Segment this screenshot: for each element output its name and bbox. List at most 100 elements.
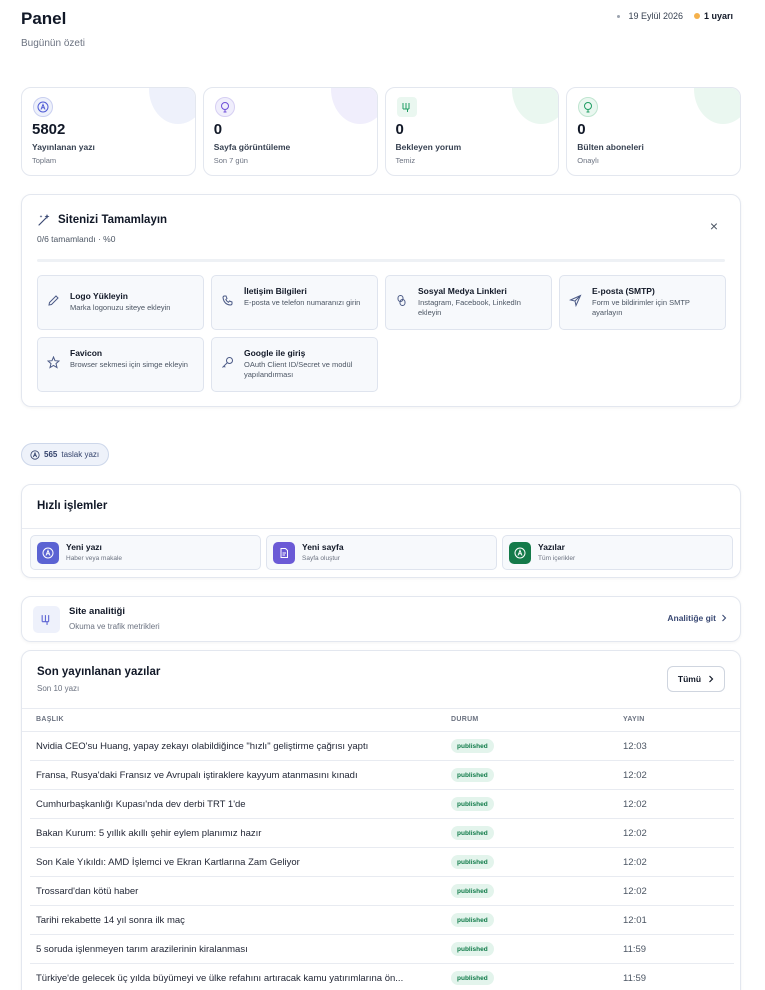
action-label: Yeni sayfa <box>302 542 344 552</box>
post-time: 12:02 <box>623 886 647 897</box>
go-to-analytics-link[interactable]: Analitiğe git <box>667 613 727 623</box>
complete-site-title: Sitenizi Tamamlayın <box>58 214 168 226</box>
col-status[interactable]: DURUM <box>451 716 479 723</box>
all-label: Tümü <box>677 674 702 684</box>
decor-blob <box>148 88 195 124</box>
action-sub: Tüm içerikler <box>538 555 576 562</box>
drafts-count: 565 <box>44 450 58 459</box>
task-desc: Instagram, Facebook, LinkedIn ekleyin <box>418 298 521 318</box>
table-row[interactable]: Türkiye'de gelecek üç yılda büyümeyi ve … <box>30 964 734 990</box>
task-desc: OAuth Client ID/Secret ve modül yapıland… <box>244 360 353 380</box>
task-google-login[interactable]: Google ile giriş OAuth Client ID/Secret … <box>211 337 378 392</box>
new-post-icon <box>37 542 59 564</box>
phone-icon <box>222 295 233 306</box>
page-title: Panel <box>21 9 67 28</box>
stat-sub: Temiz <box>395 156 416 165</box>
site-analytics-card[interactable]: Site analitiği Okuma ve trafik metrikler… <box>21 596 741 642</box>
status-badge: published <box>451 884 494 898</box>
quick-actions-card: Hızlı işlemler Yeni yazı Haber veya maka… <box>21 484 741 578</box>
stat-card-subscribers[interactable]: 0 Bülten aboneleri Onaylı <box>566 87 741 176</box>
post-title: 5 soruda işlenmeyen tarım arazilerinin k… <box>36 944 248 955</box>
new-page-button[interactable]: Yeni sayfa Sayfa oluştur <box>266 535 497 570</box>
post-title: Nvidia CEO'su Huang, yapay zekayı olabil… <box>36 741 369 752</box>
status-badge: published <box>451 913 494 927</box>
recent-posts-title: Son yayınlanan yazılar <box>37 666 161 678</box>
stat-sub: Onaylı <box>577 156 599 165</box>
task-favicon[interactable]: Favicon Browser sekmesi için simge ekley… <box>37 337 204 392</box>
post-title: Bakan Kurum: 5 yıllık akıllı şehir eylem… <box>36 828 262 839</box>
send-icon <box>569 294 582 307</box>
post-title: Trossard'dan kötü haber <box>36 886 139 897</box>
post-time: 12:02 <box>623 799 647 810</box>
new-post-button[interactable]: Yeni yazı Haber veya makale <box>30 535 261 570</box>
article-icon <box>30 449 40 460</box>
drafts-label: taslak yazı <box>61 450 100 459</box>
close-icon[interactable]: × <box>710 219 718 233</box>
eye-icon <box>214 97 235 117</box>
task-logo[interactable]: Logo Yükleyin Marka logonuzu siteye ekle… <box>37 275 204 330</box>
table-row[interactable]: Cumhurbaşkanlığı Kupası'nda dev derbi TR… <box>30 790 734 819</box>
table-row[interactable]: Nvidia CEO'su Huang, yapay zekayı olabil… <box>30 732 734 761</box>
post-time: 12:02 <box>623 828 647 839</box>
article-icon <box>33 97 53 117</box>
task-title: E-posta (SMTP) <box>592 286 655 296</box>
stat-card-pageviews[interactable]: 0 Sayfa görüntüleme Son 7 gün <box>202 87 378 176</box>
stat-value: 0 <box>577 121 586 138</box>
task-contact-info[interactable]: İletişim Bilgileri E-posta ve telefon nu… <box>211 275 378 330</box>
status-badge: published <box>451 797 494 811</box>
post-title: Son Kale Yıkıldı: AMD İşlemci ve Ekran K… <box>36 857 300 868</box>
chevron-right-icon <box>709 675 714 683</box>
stats-row: 5802 Yayınlanan yazı Toplam 0 Sayfa görü… <box>21 87 741 176</box>
all-posts-button[interactable]: Tümü <box>667 666 725 692</box>
table-row[interactable]: 5 soruda işlenmeyen tarım arazilerinin k… <box>30 935 734 964</box>
task-desc: Form ve bildirimler için SMTP ayarlayın <box>592 298 690 318</box>
analytics-title: Site analitiği <box>69 606 125 617</box>
task-smtp[interactable]: E-posta (SMTP) Form ve bildirimler için … <box>559 275 726 330</box>
recent-posts-sub: Son 10 yazı <box>37 684 80 693</box>
table-row[interactable]: Tarihi rekabette 14 yıl sonra ilk maç pub… <box>30 906 734 935</box>
col-title[interactable]: BAŞLIK <box>36 716 64 723</box>
table-row[interactable]: Fransa, Rusya'daki Fransız ve Avrupalı i… <box>30 761 734 790</box>
analytics-icon <box>33 606 60 633</box>
recent-posts-card: Son yayınlanan yazılar Son 10 yazı Tümü … <box>21 650 741 990</box>
setup-task-grid: Logo Yükleyin Marka logonuzu siteye ekle… <box>37 275 726 392</box>
decor-blob <box>512 88 559 124</box>
stat-sub: Son 7 gün <box>213 156 248 165</box>
warnings-badge[interactable]: 1 uyarı <box>693 11 733 21</box>
quick-actions-list: Yeni yazı Haber veya makale Yeni sayfa S… <box>30 535 733 570</box>
table-row[interactable]: Bakan Kurum: 5 yıllık akıllı şehir eylem… <box>30 819 734 848</box>
stat-card-comments[interactable]: 0 Bekleyen yorum Temiz <box>384 87 560 176</box>
decor-blob <box>694 88 741 124</box>
table-row[interactable]: Trossard'dan kötü haber published 12:02 <box>30 877 734 906</box>
status-badge: published <box>451 971 494 985</box>
status-badge: published <box>451 768 494 782</box>
page-subtitle: Bugünün özeti <box>21 38 85 49</box>
warning-dot-icon <box>693 13 700 19</box>
stat-value: 0 <box>213 121 223 138</box>
drafts-badge[interactable]: 565 taslak yazı <box>21 443 110 466</box>
key-icon <box>222 357 233 368</box>
task-desc: E-posta ve telefon numaranızı girin <box>244 298 361 307</box>
col-published[interactable]: YAYIN <box>623 716 645 723</box>
table-header: BAŞLIK DURUM YAYIN <box>22 708 740 732</box>
post-title: Tarihi rekabette 14 yıl sonra ilk maç <box>36 915 185 926</box>
status-badge: published <box>451 942 494 956</box>
stat-card-posts[interactable]: 5802 Yayınlanan yazı Toplam <box>21 87 196 176</box>
task-title: Google ile giriş <box>244 348 306 358</box>
analytics-link-label: Analitiğe git <box>667 613 716 623</box>
quick-actions-title: Hızlı işlemler <box>37 500 108 512</box>
completion-progress-text: 0/6 tamamlandı · %0 <box>37 234 116 244</box>
chevron-right-icon <box>722 614 727 622</box>
comments-icon <box>396 97 417 117</box>
task-social-links[interactable]: Sosyal Medya Linkleri Instagram, Faceboo… <box>385 275 552 330</box>
posts-icon <box>509 542 531 564</box>
action-sub: Haber veya makale <box>66 555 122 562</box>
task-title: Sosyal Medya Linkleri <box>418 286 507 296</box>
task-desc: Marka logonuzu siteye ekleyin <box>70 303 171 312</box>
post-title: Türkiye'de gelecek üç yılda büyümeyi ve … <box>36 973 404 984</box>
posts-button[interactable]: Yazılar Tüm içerikler <box>502 535 733 570</box>
table-row[interactable]: Son Kale Yıkıldı: AMD İşlemci ve Ekran K… <box>30 848 734 877</box>
complete-site-card: Sitenizi Tamamlayın 0/6 tamamlandı · %0 … <box>21 194 741 407</box>
subscribers-icon <box>578 97 599 117</box>
action-sub: Sayfa oluştur <box>302 555 340 562</box>
